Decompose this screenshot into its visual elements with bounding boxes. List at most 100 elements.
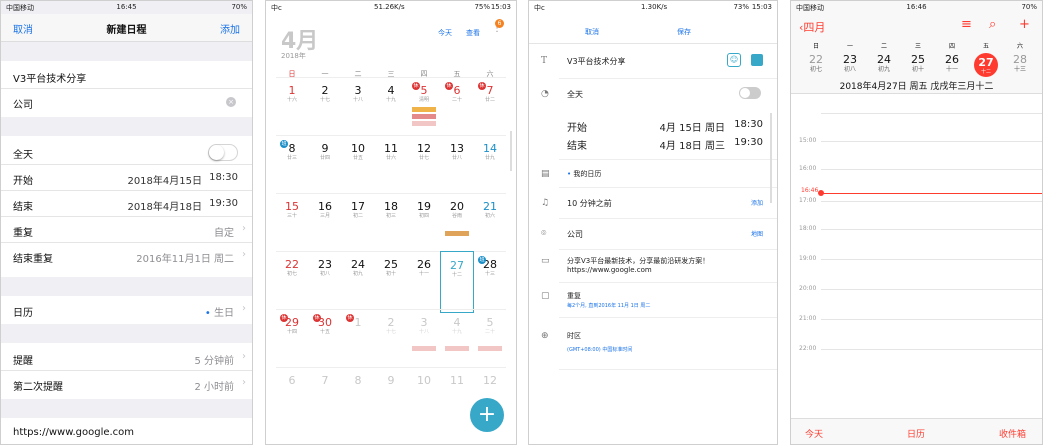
start-row[interactable]: 开始 2018年4月15日 18:30 [1,165,252,191]
day-cell[interactable]: 6 二十休 [440,77,474,139]
event-bar[interactable] [412,107,436,112]
day-cell[interactable]: 10 廿五 [341,135,375,197]
day-cell[interactable]: 17 初二 [341,193,375,255]
day-cell[interactable]: 11 [440,367,474,429]
day-cell[interactable]: 12 廿七 [407,135,441,197]
day-cell[interactable]: 14 廿九 [473,135,507,197]
allday-toggle[interactable] [208,144,238,161]
allday-toggle[interactable] [739,87,761,99]
url-field[interactable]: https://www.google.com [1,420,252,444]
lunar-label: 十二 [451,272,462,278]
day-cell[interactable]: 24 初九 [341,251,375,313]
add-icon[interactable]: + [1019,17,1030,32]
day-cell[interactable]: 18 初三 [374,193,408,255]
day-cell[interactable]: 28 十三 [1003,53,1037,73]
tab-calendar[interactable]: 日历 [907,427,925,440]
calendar-dot-icon: • [204,308,214,319]
day-number: 22 [285,258,299,271]
day-cell[interactable]: 19 初四 [407,193,441,255]
day-cell[interactable]: 22 初七 [799,53,833,73]
add-reminder-button[interactable]: 添加 [751,198,763,207]
second-alert-row[interactable]: 第二次提醒 2 小时前 › [1,371,252,397]
day-cell[interactable]: 7 [308,367,342,429]
time-label: 22:00 [799,345,817,352]
end-repeat-row[interactable]: 结束重复 2016年11月1日 周二 › [1,243,252,269]
day-cell[interactable]: 26 十一 [407,251,441,313]
day-cell[interactable]: 3 十八 [341,77,375,139]
location-field[interactable]: 公司 × [1,89,252,115]
back-button[interactable]: ‹四月 [799,19,825,35]
event-bar[interactable] [412,121,436,126]
sticker-icon[interactable]: ☺ [727,53,741,67]
day-cell[interactable]: 1 十六 [275,77,309,139]
end-row[interactable]: 结束 2018年4月18日 19:30 [1,191,252,217]
event-bar[interactable] [412,114,436,119]
day-cell[interactable]: 6 [275,367,309,429]
lunar-label: 十一 [418,271,429,277]
map-button[interactable]: 地图 [751,229,763,238]
day-cell[interactable]: 15 三十 [275,193,309,255]
lunar-label: 初七 [809,66,822,73]
search-icon[interactable]: ⌕ [989,17,996,32]
day-cell[interactable]: 23 初八 [833,53,867,73]
current-time-dot [818,190,824,196]
tab-inbox[interactable]: 收件箱 [999,427,1026,440]
day-cell[interactable]: 9 [374,367,408,429]
day-cell[interactable]: 4 十九 [374,77,408,139]
day-cell[interactable]: 8 [341,367,375,429]
day-cell[interactable]: 26 十一 [935,53,969,73]
scrollbar[interactable] [510,131,512,171]
repeat-row[interactable]: 重复 自定 › [1,217,252,243]
event-bar[interactable] [412,346,436,351]
day-number: 27 [450,259,464,272]
day-cell[interactable]: 29 十四休 [275,309,309,371]
day-cell[interactable]: 11 廿六 [374,135,408,197]
alert-row[interactable]: 提醒 5 分钟前 › [1,345,252,371]
note-url[interactable]: https://www.google.com [567,266,652,274]
day-cell[interactable]: 7 廿二休 [473,77,507,139]
day-cell[interactable]: 22 初七 [275,251,309,313]
day-cell[interactable]: 20 谷雨 [440,193,474,255]
day-number: 9 [387,374,395,387]
day-cell[interactable]: 8 廿三班 [275,135,309,197]
title-field[interactable]: V3平台技术分享 [1,63,252,89]
day-cell[interactable]: 1休 [341,309,375,371]
today-button[interactable]: 今天 [438,28,452,38]
view-button[interactable]: 查看 [466,28,480,38]
day-cell[interactable]: 10 [407,367,441,429]
day-cell[interactable]: 16 三月 [308,193,342,255]
list-icon[interactable]: ≡ [961,17,972,32]
day-cell[interactable]: 27 十二 [969,53,1003,77]
add-button[interactable]: 添加 [220,21,240,36]
day-cell[interactable]: 30 十五休 [308,309,342,371]
day-cell[interactable]: 2 十七 [374,309,408,371]
color-swatch[interactable] [751,54,763,66]
day-cell[interactable]: 21 初六 [473,193,507,255]
day-cell[interactable]: 25 初十 [374,251,408,313]
event-bar[interactable] [478,346,502,351]
scrollbar[interactable] [770,113,772,203]
day-cell[interactable]: 25 初十 [901,53,935,73]
day-cell[interactable]: 4 十九 [440,309,474,371]
event-bar[interactable] [445,346,469,351]
day-cell[interactable]: 23 初八 [308,251,342,313]
calendar-value-text: 生日 [214,308,234,319]
day-cell[interactable]: 13 廿八 [440,135,474,197]
day-cell[interactable]: 27 十二 [440,251,474,313]
day-cell[interactable]: 24 初九 [867,53,901,73]
add-event-button[interactable]: + [470,398,504,432]
day-cell[interactable]: 5 二十 [473,309,507,371]
day-cell[interactable]: 3 十八 [407,309,441,371]
day-cell[interactable]: 28 十三班 [473,251,507,313]
cancel-button[interactable]: 取消 [585,27,599,37]
tab-today[interactable]: 今天 [805,427,823,440]
day-cell[interactable]: 2 十七 [308,77,342,139]
start-label: 开始 [567,123,587,134]
calendar-row[interactable]: 日历 • 生日 › [1,297,252,323]
day-cell[interactable]: 9 廿四 [308,135,342,197]
event-bar[interactable] [445,231,469,236]
repeat-label: 重复 [567,292,581,300]
clear-icon[interactable]: × [226,97,236,107]
save-button[interactable]: 保存 [677,27,691,37]
lunar-label: 初九 [877,66,890,73]
